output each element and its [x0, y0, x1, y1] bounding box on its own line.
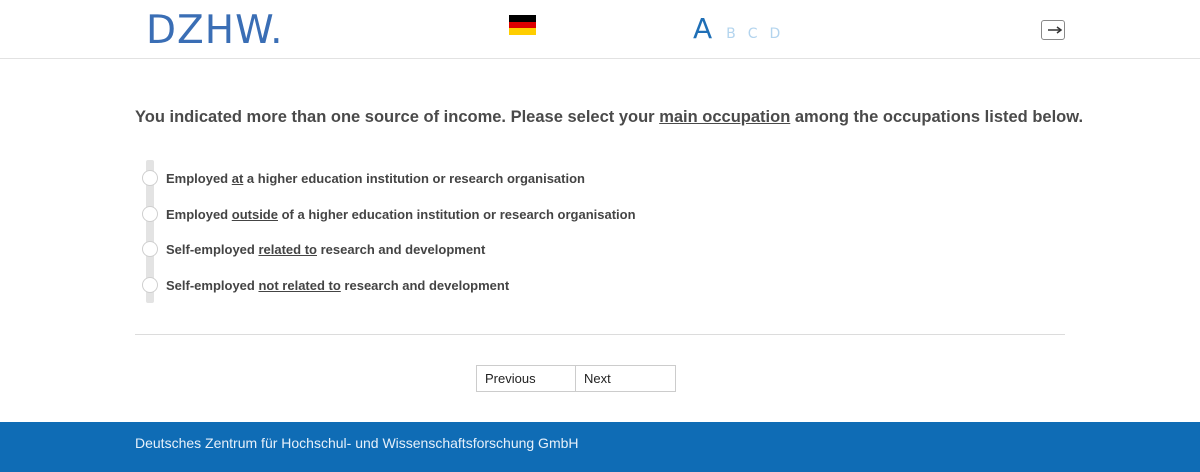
next-button[interactable]: Next: [576, 365, 676, 392]
radio-group: Employed at a higher education instituti…: [142, 160, 742, 303]
navigation-buttons: Previous Next: [476, 365, 676, 392]
divider: [135, 334, 1065, 335]
previous-button[interactable]: Previous: [476, 365, 576, 392]
option-label: Self-employed related to research and de…: [166, 241, 486, 257]
radio-button[interactable]: [142, 241, 158, 257]
footer-text: Deutsches Zentrum für Hochschul- und Wis…: [135, 435, 579, 451]
option-label: Employed at a higher education instituti…: [166, 170, 585, 186]
font-size-c[interactable]: C: [748, 26, 758, 42]
radio-button[interactable]: [142, 206, 158, 222]
radio-button[interactable]: [142, 170, 158, 186]
font-size-d[interactable]: D: [770, 26, 781, 42]
header: DZHW. A B C D: [0, 0, 1200, 59]
font-size-b[interactable]: B: [726, 26, 736, 42]
radio-button[interactable]: [142, 277, 158, 293]
font-size-selector: A B C D: [693, 12, 792, 45]
question-text: You indicated more than one source of in…: [135, 108, 1084, 126]
option-label: Self-employed not related to research an…: [166, 277, 510, 293]
logout-icon[interactable]: [1041, 20, 1065, 40]
option-label: Employed outside of a higher education i…: [166, 206, 636, 222]
footer: Deutsches Zentrum für Hochschul- und Wis…: [0, 422, 1200, 472]
german-flag-icon[interactable]: [509, 15, 536, 36]
font-size-a[interactable]: A: [693, 12, 712, 45]
dzhw-logo: DZHW.: [146, 8, 284, 53]
